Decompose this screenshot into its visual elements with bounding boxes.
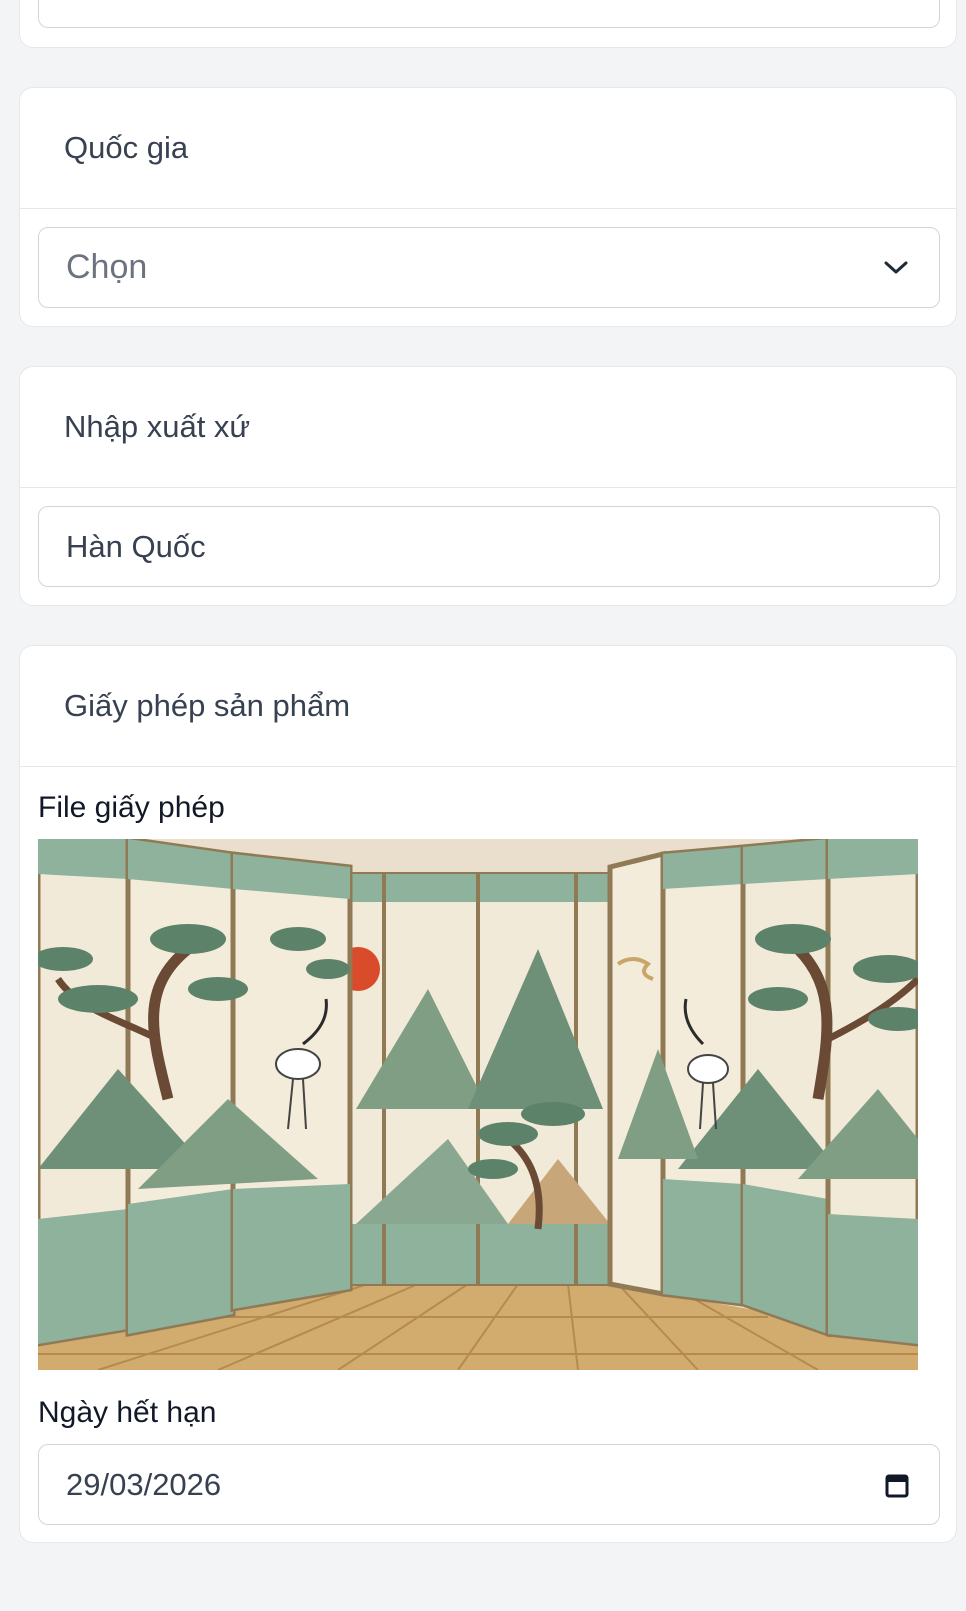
origin-label: Nhập xuất xứ xyxy=(20,367,956,488)
license-file-image[interactable] xyxy=(38,839,918,1370)
previous-field-input[interactable] xyxy=(38,0,940,28)
origin-card: Nhập xuất xứ Hàn Quốc xyxy=(19,366,957,606)
previous-field-card xyxy=(19,0,957,48)
country-label: Quốc gia xyxy=(20,88,956,209)
expiry-date-value: 29/03/2026 xyxy=(66,1466,222,1502)
folding-screen-illustration xyxy=(38,839,918,1370)
country-select[interactable]: Chọn xyxy=(38,227,940,308)
origin-input[interactable]: Hàn Quốc xyxy=(38,506,940,587)
license-label: Giấy phép sản phẩm xyxy=(20,646,956,767)
license-card: Giấy phép sản phẩm File giấy phép Ngày h… xyxy=(19,645,957,1543)
origin-input-value: Hàn Quốc xyxy=(66,528,206,564)
expiry-date-input[interactable]: 29/03/2026 xyxy=(38,1444,940,1525)
country-card: Quốc gia Chọn xyxy=(19,87,957,327)
calendar-icon[interactable] xyxy=(885,1472,909,1498)
chevron-down-icon xyxy=(883,260,909,276)
expiry-date-label: Ngày hết hạn xyxy=(38,1396,217,1429)
form-page: Quốc gia Chọn Nhập xuất xứ Hàn Quốc Giấy… xyxy=(0,0,966,1611)
country-select-value: Chọn xyxy=(66,248,148,286)
file-license-label: File giấy phép xyxy=(38,791,225,824)
